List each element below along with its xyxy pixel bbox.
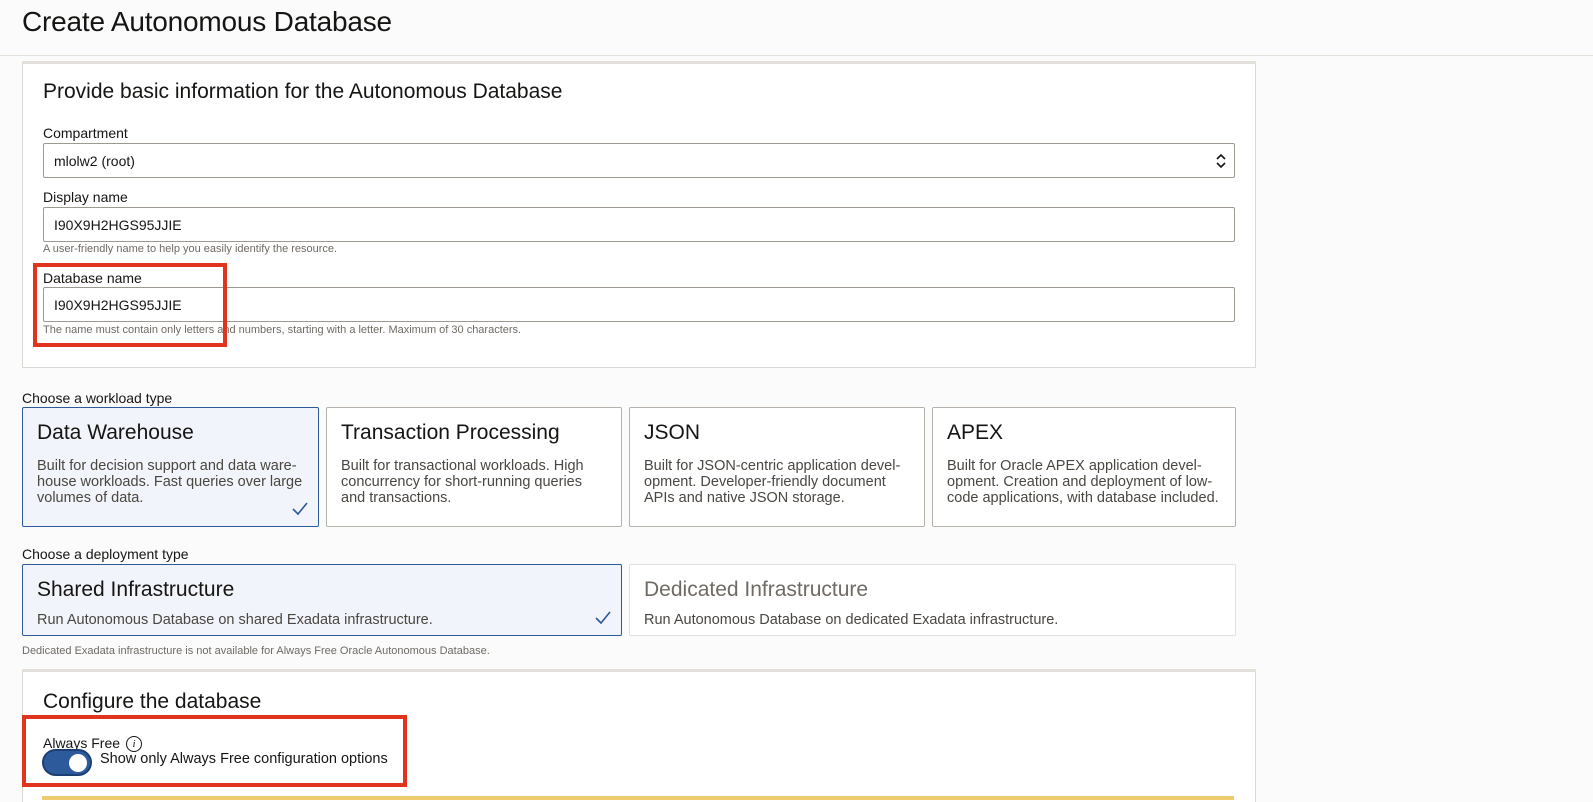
page-title: Create Autonomous Database <box>22 6 392 37</box>
warning-banner-edge <box>42 796 1234 800</box>
checkmark-icon <box>292 502 308 516</box>
workload-card-apex[interactable]: APEX Built for Oracle APEX application d… <box>932 407 1236 527</box>
checkmark-icon <box>595 611 611 625</box>
display-name-label: Display name <box>43 189 128 205</box>
workload-title: APEX <box>947 421 1004 444</box>
database-name-highlight <box>33 263 227 347</box>
workload-title: JSON <box>644 421 701 444</box>
workload-label: Choose a workload type <box>22 390 173 406</box>
always-free-highlight <box>22 715 407 787</box>
workload-desc: Built for Oracle APEX application devel-… <box>947 458 1219 506</box>
deployment-desc: Run Autonomous Database on shared Exadat… <box>37 612 433 628</box>
deployment-note: Dedicated Exadata infrastructure is not … <box>22 645 490 657</box>
compartment-value: mlolw2 (root) <box>54 152 135 169</box>
deployment-card-shared[interactable]: Shared Infrastructure Run Autonomous Dat… <box>22 564 622 636</box>
config-heading: Configure the database <box>43 690 262 713</box>
deployment-desc: Run Autonomous Database on dedicated Exa… <box>644 612 1059 628</box>
deployment-label: Choose a deployment type <box>22 546 189 562</box>
workload-desc: Built for JSON-centric application devel… <box>644 458 901 506</box>
workload-desc: Built for transactional workloads. High … <box>341 458 584 506</box>
compartment-select[interactable]: mlolw2 (root) <box>43 143 1235 178</box>
display-name-value: I90X9H2HGS95JJIE <box>54 216 182 233</box>
display-name-input[interactable]: I90X9H2HGS95JJIE <box>43 207 1235 242</box>
workload-card-data-warehouse[interactable]: Data Warehouse Built for decision suppor… <box>22 407 319 527</box>
workload-card-json[interactable]: JSON Built for JSON-centric application … <box>629 407 925 527</box>
deployment-title: Shared Infrastructure <box>37 578 235 601</box>
display-name-hint: A user-friendly name to help you easily … <box>43 243 338 255</box>
workload-title: Transaction Processing <box>341 421 560 444</box>
page-header: Create Autonomous Database <box>0 0 1593 56</box>
workload-card-transaction-processing[interactable]: Transaction Processing Built for transac… <box>326 407 622 527</box>
workload-desc: Built for decision support and data ware… <box>37 458 303 506</box>
compartment-label: Compartment <box>43 125 128 141</box>
basic-info-heading: Provide basic information for the Autono… <box>43 80 563 103</box>
deployment-title: Dedicated Infrastructure <box>644 578 869 601</box>
select-arrows-icon <box>1216 153 1226 169</box>
deployment-card-dedicated: Dedicated Infrastructure Run Autonomous … <box>629 564 1236 636</box>
workload-title: Data Warehouse <box>37 421 194 444</box>
